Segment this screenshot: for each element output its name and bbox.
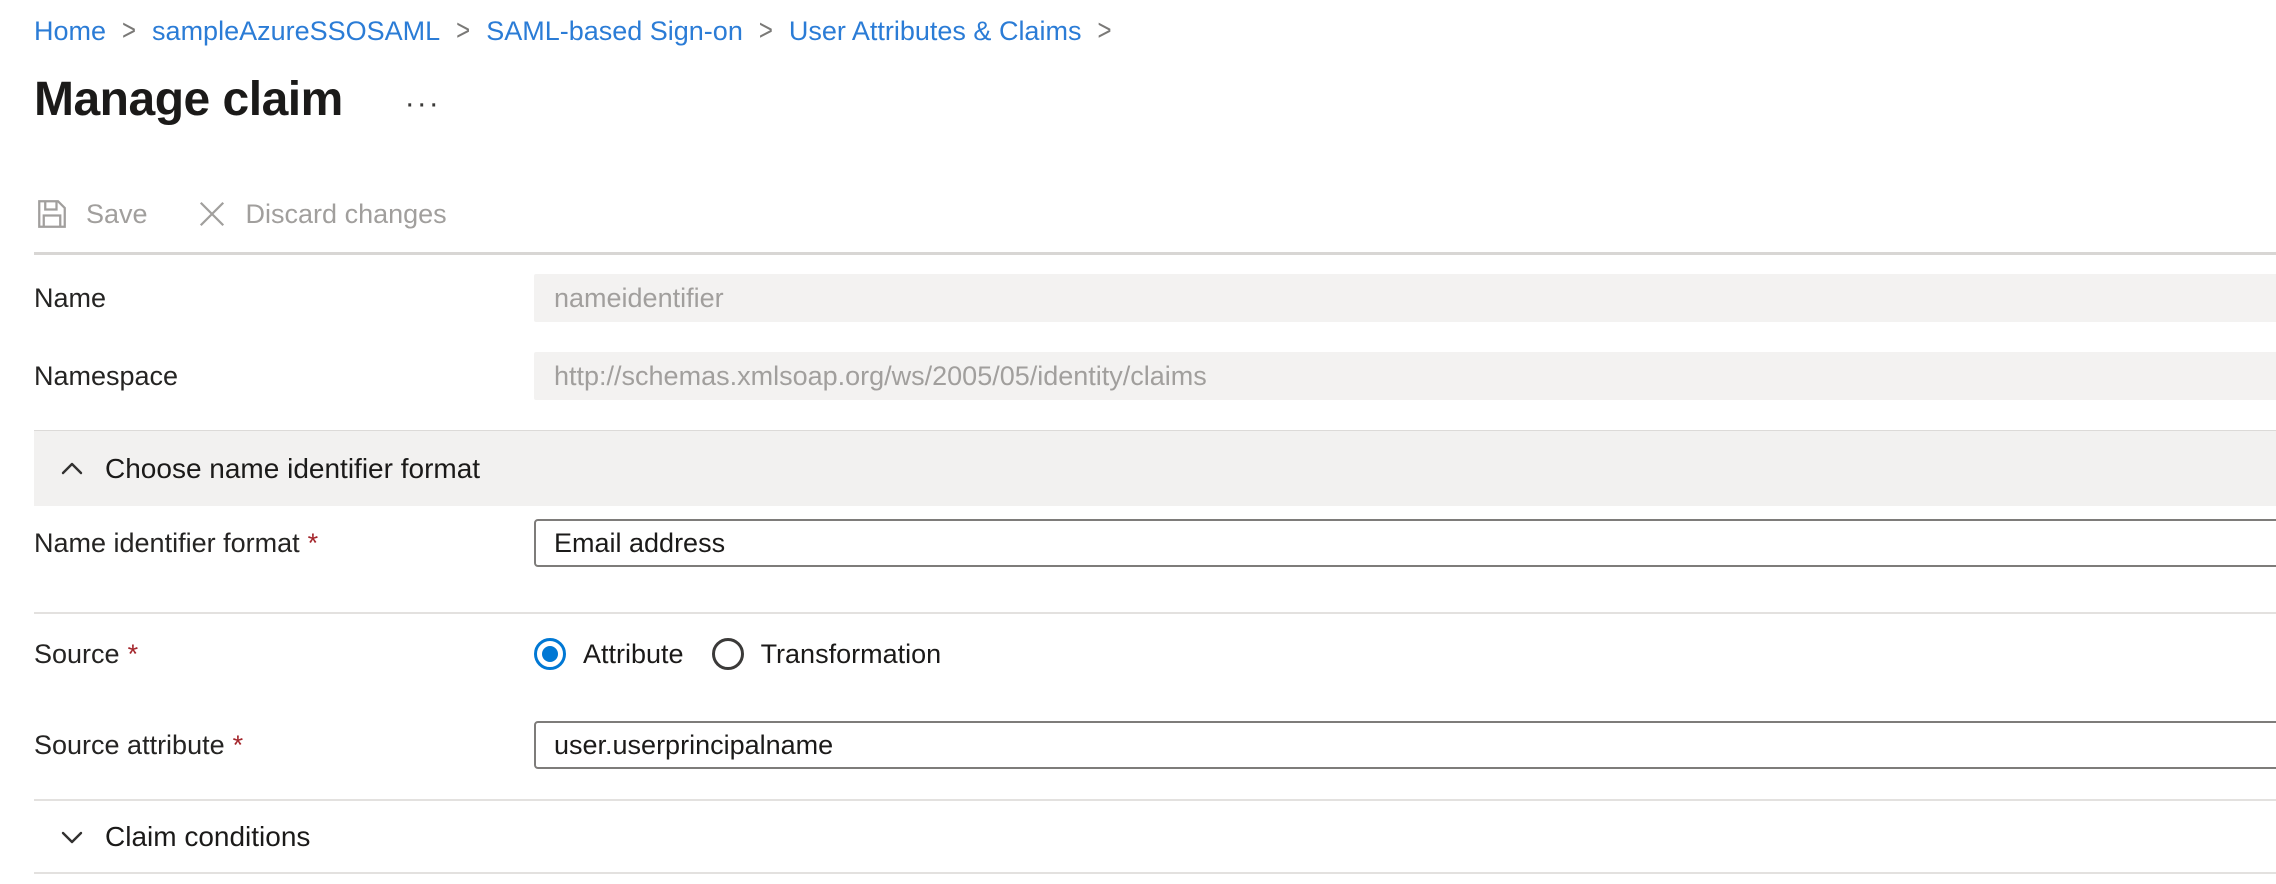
- toolbar-divider: [34, 252, 2276, 255]
- source-attribute-label: Source attribute *: [34, 730, 534, 761]
- radio-transformation[interactable]: Transformation: [712, 638, 942, 670]
- radio-circle-icon: [534, 638, 566, 670]
- breadcrumb-separator-icon: >: [1097, 10, 1111, 53]
- breadcrumb-separator-icon: >: [759, 10, 773, 53]
- name-identifier-format-dropdown[interactable]: Email address: [534, 519, 2276, 567]
- name-row: Name nameidentifier: [34, 274, 2276, 322]
- label-text: Source: [34, 639, 120, 669]
- breadcrumb: Home > sampleAzureSSOSAML > SAML-based S…: [34, 0, 2276, 48]
- save-button[interactable]: Save: [34, 196, 148, 232]
- namespace-input: http://schemas.xmlsoap.org/ws/2005/05/id…: [534, 352, 2276, 400]
- breadcrumb-separator-icon: >: [456, 10, 470, 53]
- discard-x-icon: [194, 196, 230, 232]
- page-title: Manage claim: [34, 72, 343, 127]
- source-attribute-combobox[interactable]: user.userprincipalname: [534, 721, 2276, 769]
- source-row: Source * Attribute Transformation: [34, 636, 2276, 672]
- section-claim-conditions[interactable]: Claim conditions: [34, 801, 2276, 872]
- manage-claim-page: Home > sampleAzureSSOSAML > SAML-based S…: [0, 0, 2276, 884]
- divider: [34, 612, 2276, 614]
- chevron-up-icon: [56, 453, 88, 485]
- radio-circle-icon: [712, 638, 744, 670]
- namespace-label: Namespace: [34, 361, 534, 392]
- radio-attribute-label: Attribute: [583, 639, 684, 670]
- name-label: Name: [34, 283, 534, 314]
- save-button-label: Save: [86, 199, 148, 230]
- required-asterisk: *: [233, 730, 244, 760]
- radio-transformation-label: Transformation: [761, 639, 942, 670]
- discard-changes-button[interactable]: Discard changes: [194, 196, 447, 232]
- breadcrumb-user-attributes-claims[interactable]: User Attributes & Claims: [789, 14, 1082, 48]
- more-options-button[interactable]: ···: [405, 84, 441, 114]
- namespace-row: Namespace http://schemas.xmlsoap.org/ws/…: [34, 352, 2276, 400]
- required-asterisk: *: [128, 639, 139, 669]
- title-row: Manage claim ···: [34, 72, 2276, 126]
- radio-attribute[interactable]: Attribute: [534, 638, 684, 670]
- breadcrumb-separator-icon: >: [122, 10, 136, 53]
- name-identifier-format-row: Name identifier format * Email address: [34, 519, 2276, 567]
- section-title: Choose name identifier format: [105, 453, 480, 485]
- label-text: Source attribute: [34, 730, 225, 760]
- source-label: Source *: [34, 639, 534, 670]
- save-icon: [34, 196, 70, 232]
- source-radio-group: Attribute Transformation: [534, 638, 941, 670]
- required-asterisk: *: [308, 528, 319, 558]
- divider: [34, 872, 2276, 874]
- label-text: Name identifier format: [34, 528, 300, 558]
- breadcrumb-saml-signon[interactable]: SAML-based Sign-on: [486, 14, 743, 48]
- name-identifier-format-label: Name identifier format *: [34, 528, 534, 559]
- command-bar: Save Discard changes: [34, 192, 2276, 236]
- discard-changes-label: Discard changes: [246, 199, 447, 230]
- section-title: Claim conditions: [105, 821, 310, 853]
- chevron-down-icon: [56, 821, 88, 853]
- section-choose-name-identifier-format[interactable]: Choose name identifier format: [34, 430, 2276, 506]
- name-input: nameidentifier: [534, 274, 2276, 322]
- breadcrumb-app[interactable]: sampleAzureSSOSAML: [152, 14, 440, 48]
- breadcrumb-home[interactable]: Home: [34, 14, 106, 48]
- source-attribute-row: Source attribute * user.userprincipalname: [34, 721, 2276, 769]
